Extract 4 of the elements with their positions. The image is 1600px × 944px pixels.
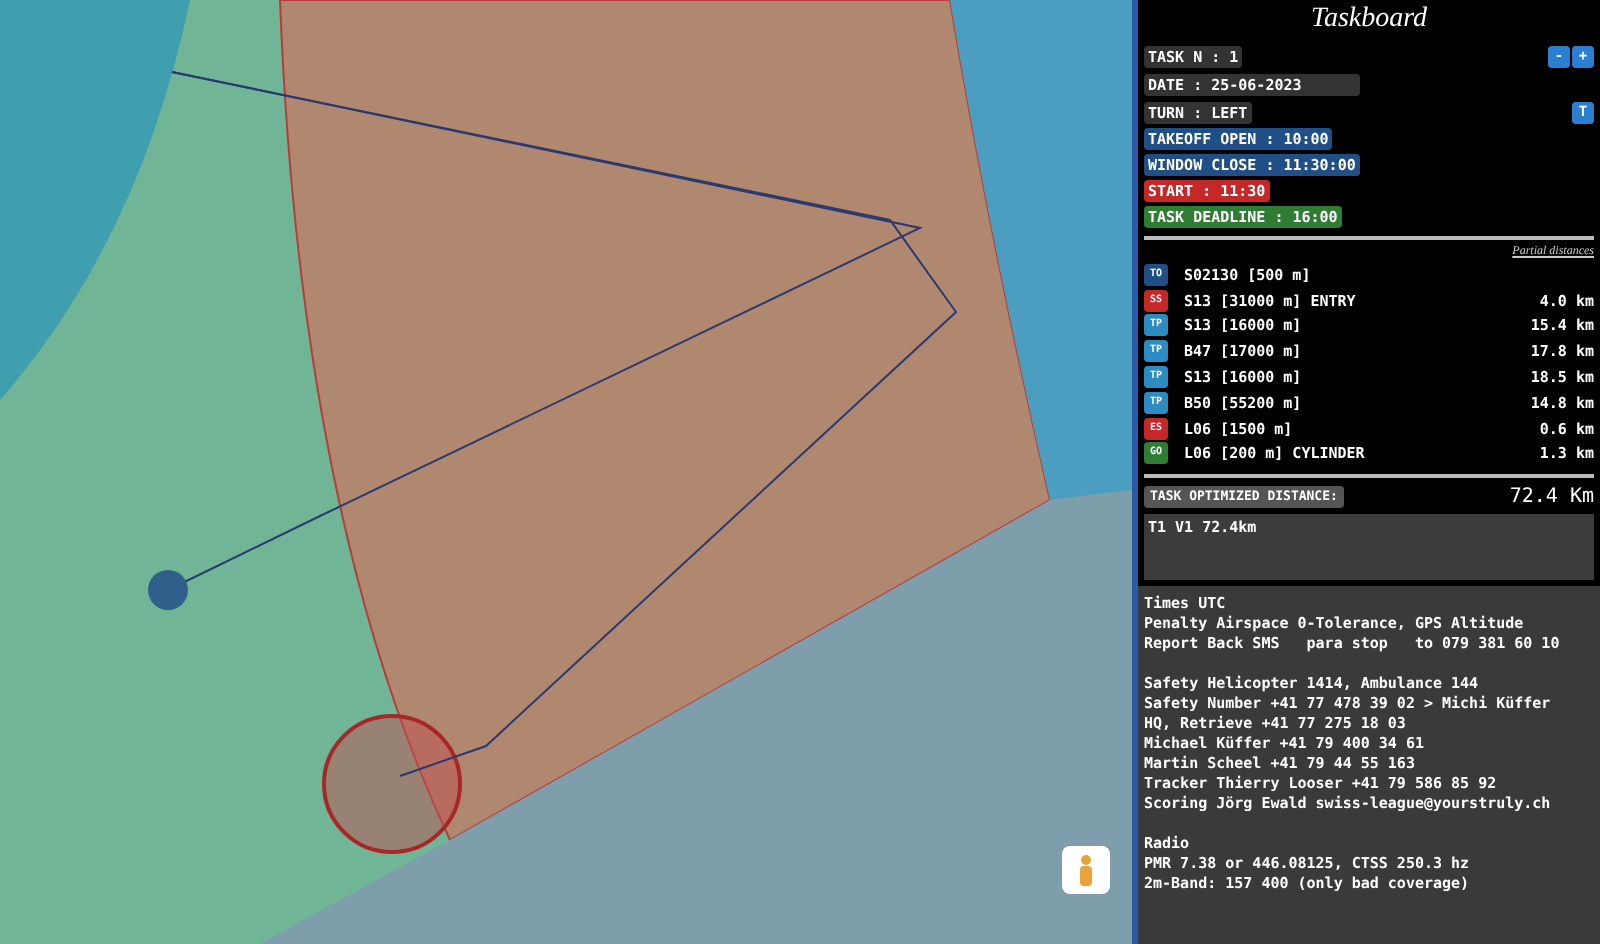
street-view-button[interactable] (1062, 846, 1110, 894)
total-distance: 72.4 Km (1509, 483, 1594, 512)
panel-title: Taskboard (1308, 2, 1430, 38)
person-icon (1076, 854, 1096, 886)
